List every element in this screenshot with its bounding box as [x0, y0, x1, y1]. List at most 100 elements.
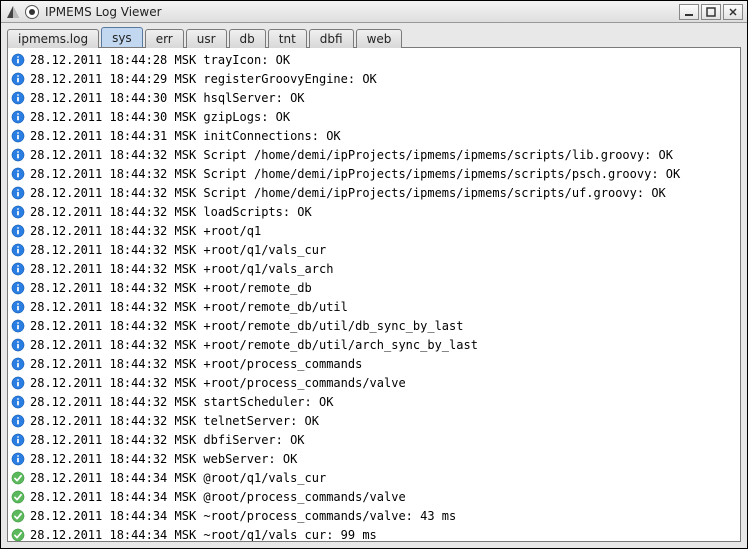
- log-row[interactable]: 28.12.2011 18:44:30 MSK gzipLogs: OK: [8, 107, 740, 126]
- log-row[interactable]: 28.12.2011 18:44:32 MSK loadScripts: OK: [8, 202, 740, 221]
- log-row[interactable]: 28.12.2011 18:44:29 MSK registerGroovyEn…: [8, 69, 740, 88]
- app-icon: [5, 4, 21, 20]
- check-icon: [10, 508, 26, 524]
- info-icon: [10, 147, 26, 163]
- status-dot-icon: [25, 5, 39, 19]
- log-text: 28.12.2011 18:44:32 MSK +root/remote_db: [30, 281, 312, 295]
- log-row[interactable]: 28.12.2011 18:44:32 MSK startScheduler: …: [8, 392, 740, 411]
- title-bar[interactable]: IPMEMS Log Viewer: [1, 1, 747, 23]
- log-text: 28.12.2011 18:44:32 MSK +root/q1/vals_ar…: [30, 262, 333, 276]
- log-text: 28.12.2011 18:44:32 MSK +root/process_co…: [30, 357, 362, 371]
- log-text: 28.12.2011 18:44:32 MSK Script /home/dem…: [30, 186, 666, 200]
- log-text: 28.12.2011 18:44:32 MSK Script /home/dem…: [30, 148, 673, 162]
- log-text: 28.12.2011 18:44:32 MSK +root/remote_db/…: [30, 319, 463, 333]
- tab-label: db: [240, 32, 255, 46]
- minimize-button[interactable]: [679, 4, 699, 20]
- tab-label: web: [367, 32, 392, 46]
- log-row[interactable]: 28.12.2011 18:44:30 MSK hsqlServer: OK: [8, 88, 740, 107]
- tab-label: dbfi: [320, 32, 343, 46]
- log-text: 28.12.2011 18:44:32 MSK dbfiServer: OK: [30, 433, 305, 447]
- tab-err[interactable]: err: [145, 29, 184, 48]
- info-icon: [10, 280, 26, 296]
- info-icon: [10, 299, 26, 315]
- log-row[interactable]: 28.12.2011 18:44:34 MSK ~root/process_co…: [8, 506, 740, 525]
- check-icon: [10, 470, 26, 486]
- log-text: 28.12.2011 18:44:34 MSK ~root/q1/vals_cu…: [30, 528, 377, 542]
- tab-db[interactable]: db: [229, 29, 266, 48]
- info-icon: [10, 394, 26, 410]
- log-text: 28.12.2011 18:44:32 MSK +root/q1: [30, 224, 261, 238]
- app-window: IPMEMS Log Viewer ipmems.log syserrusr db t…: [0, 0, 748, 549]
- tab-bar: ipmems.log syserrusr db tnt dbfi web: [1, 23, 747, 47]
- log-text: 28.12.2011 18:44:31 MSK initConnections:…: [30, 129, 341, 143]
- info-icon: [10, 337, 26, 353]
- log-row[interactable]: 28.12.2011 18:44:32 MSK +root/remote_db/…: [8, 335, 740, 354]
- log-row[interactable]: 28.12.2011 18:44:31 MSK initConnections:…: [8, 126, 740, 145]
- log-text: 28.12.2011 18:44:32 MSK +root/remote_db/…: [30, 338, 478, 352]
- log-text: 28.12.2011 18:44:32 MSK startScheduler: …: [30, 395, 333, 409]
- tab-label: usr: [197, 32, 216, 46]
- log-row[interactable]: 28.12.2011 18:44:32 MSK +root/q1/vals_cu…: [8, 240, 740, 259]
- log-text: 28.12.2011 18:44:32 MSK loadScripts: OK: [30, 205, 312, 219]
- log-row[interactable]: 28.12.2011 18:44:32 MSK +root/remote_db/…: [8, 297, 740, 316]
- tab-label: ipmems.log: [18, 32, 88, 46]
- log-text: 28.12.2011 18:44:30 MSK gzipLogs: OK: [30, 110, 290, 124]
- info-icon: [10, 71, 26, 87]
- log-text: 28.12.2011 18:44:32 MSK +root/q1/vals_cu…: [30, 243, 326, 257]
- window-title: IPMEMS Log Viewer: [45, 5, 679, 19]
- log-row[interactable]: 28.12.2011 18:44:32 MSK +root/process_co…: [8, 354, 740, 373]
- tab-usr[interactable]: usr: [186, 29, 227, 48]
- tab-tnt[interactable]: tnt: [268, 29, 307, 48]
- info-icon: [10, 166, 26, 182]
- log-text: 28.12.2011 18:44:32 MSK +root/remote_db/…: [30, 300, 348, 314]
- log-row[interactable]: 28.12.2011 18:44:34 MSK @root/process_co…: [8, 487, 740, 506]
- log-list[interactable]: 28.12.2011 18:44:28 MSK trayIcon: OK 28.1…: [8, 48, 740, 541]
- log-panel: 28.12.2011 18:44:28 MSK trayIcon: OK 28.1…: [7, 47, 741, 542]
- tab-sys[interactable]: sys: [101, 27, 143, 47]
- info-icon: [10, 185, 26, 201]
- log-text: 28.12.2011 18:44:34 MSK ~root/process_co…: [30, 509, 456, 523]
- log-text: 28.12.2011 18:44:29 MSK registerGroovyEn…: [30, 72, 377, 86]
- check-icon: [10, 489, 26, 505]
- log-text: 28.12.2011 18:44:32 MSK +root/process_co…: [30, 376, 406, 390]
- log-row[interactable]: 28.12.2011 18:44:32 MSK +root/q1/vals_ar…: [8, 259, 740, 278]
- info-icon: [10, 242, 26, 258]
- tab-label: tnt: [279, 32, 296, 46]
- log-row[interactable]: 28.12.2011 18:44:32 MSK telnetServer: OK: [8, 411, 740, 430]
- info-icon: [10, 261, 26, 277]
- info-icon: [10, 109, 26, 125]
- info-icon: [10, 356, 26, 372]
- log-row[interactable]: 28.12.2011 18:44:32 MSK +root/process_co…: [8, 373, 740, 392]
- log-row[interactable]: 28.12.2011 18:44:32 MSK Script /home/dem…: [8, 145, 740, 164]
- log-text: 28.12.2011 18:44:28 MSK trayIcon: OK: [30, 53, 290, 67]
- log-row[interactable]: 28.12.2011 18:44:34 MSK ~root/q1/vals_cu…: [8, 525, 740, 541]
- log-text: 28.12.2011 18:44:30 MSK hsqlServer: OK: [30, 91, 305, 105]
- close-button[interactable]: [723, 4, 743, 20]
- log-text: 28.12.2011 18:44:32 MSK Script /home/dem…: [30, 167, 680, 181]
- log-text: 28.12.2011 18:44:34 MSK @root/process_co…: [30, 490, 406, 504]
- log-text: 28.12.2011 18:44:32 MSK webServer: OK: [30, 452, 297, 466]
- tab-label: sys: [112, 31, 132, 45]
- log-row[interactable]: 28.12.2011 18:44:32 MSK dbfiServer: OK: [8, 430, 740, 449]
- log-row[interactable]: 28.12.2011 18:44:32 MSK +root/q1: [8, 221, 740, 240]
- log-row[interactable]: 28.12.2011 18:44:32 MSK +root/remote_db/…: [8, 316, 740, 335]
- info-icon: [10, 375, 26, 391]
- tab-ipmems-log[interactable]: ipmems.log: [7, 29, 99, 48]
- log-row[interactable]: 28.12.2011 18:44:32 MSK webServer: OK: [8, 449, 740, 468]
- check-icon: [10, 527, 26, 542]
- window-controls: [679, 4, 743, 20]
- log-text: 28.12.2011 18:44:32 MSK telnetServer: OK: [30, 414, 319, 428]
- maximize-button[interactable]: [701, 4, 721, 20]
- log-row[interactable]: 28.12.2011 18:44:34 MSK @root/q1/vals_cu…: [8, 468, 740, 487]
- info-icon: [10, 52, 26, 68]
- info-icon: [10, 451, 26, 467]
- log-row[interactable]: 28.12.2011 18:44:32 MSK +root/remote_db: [8, 278, 740, 297]
- log-row[interactable]: 28.12.2011 18:44:32 MSK Script /home/dem…: [8, 183, 740, 202]
- tab-web[interactable]: web: [356, 29, 403, 48]
- info-icon: [10, 318, 26, 334]
- tab-dbfi[interactable]: dbfi: [309, 29, 354, 48]
- log-row[interactable]: 28.12.2011 18:44:28 MSK trayIcon: OK: [8, 50, 740, 69]
- info-icon: [10, 90, 26, 106]
- log-row[interactable]: 28.12.2011 18:44:32 MSK Script /home/dem…: [8, 164, 740, 183]
- info-icon: [10, 204, 26, 220]
